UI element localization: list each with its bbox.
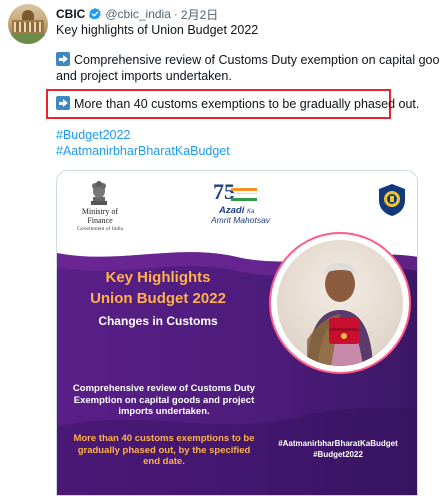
tweet-text-line-2-text: Comprehensive review of Customs Duty exe… — [74, 53, 440, 67]
author-name[interactable]: CBIC — [56, 7, 85, 21]
card-description-2: More than 40 customs exemptions to be gr… — [73, 433, 255, 467]
portrait-illustration — [307, 262, 373, 366]
tweet-text-line-4-text: More than 40 customs exemptions to be gr… — [74, 97, 420, 111]
card-hashtag-2: #Budget2022 — [313, 450, 363, 459]
azadi-amrit: Amrit Mahotsav — [211, 215, 271, 225]
azadi-number: 75 — [213, 179, 235, 204]
headline-union-budget: Union Budget 2022 — [90, 290, 226, 307]
avatar[interactable] — [8, 4, 48, 44]
portrait-frame — [269, 232, 411, 374]
media-image[interactable]: Ministry of Finance Government of India … — [56, 170, 418, 496]
customs-seal-icon — [379, 184, 405, 216]
ministry-line-1: Ministry of Finance — [81, 207, 119, 225]
headline-changes-customs: Changes in Customs — [98, 314, 218, 328]
verified-badge-icon — [89, 7, 102, 20]
tweet-text-line-2: Comprehensive review of Customs Duty exe… — [56, 52, 440, 68]
tweet-header: CBIC @cbic_india · 2月2日 — [56, 6, 218, 22]
card-hashtags: #AatmanirbharBharatKaBudget #Budget2022 — [263, 438, 413, 460]
tweet-text-line-1: Key highlights of Union Budget 2022 — [56, 23, 259, 37]
headline-key-highlights: Key Highlights — [105, 269, 211, 286]
ministry-line-2: Government of India — [76, 226, 124, 232]
card-logo-strip: Ministry of Finance Government of India … — [57, 171, 417, 237]
author-handle[interactable]: @cbic_india — [105, 7, 171, 21]
card-description-1: Comprehensive review of Customs Duty Exe… — [72, 383, 256, 417]
stripe-saffron — [231, 188, 257, 191]
tweet[interactable]: CBIC @cbic_india · 2月2日 Key highlights o… — [0, 0, 440, 496]
tweet-date[interactable]: 2月2日 — [181, 6, 218, 23]
arrow-right-emoji-icon — [56, 96, 70, 110]
stripe-white — [231, 193, 257, 196]
card-hashtag-1: #AatmanirbharBharatKaBudget — [278, 439, 398, 448]
separator: · — [173, 7, 178, 21]
stripe-green — [231, 198, 257, 201]
portrait-photo — [277, 240, 403, 366]
hashtag-aatmanirbhar[interactable]: #AatmanirbharBharatKaBudget — [56, 143, 230, 159]
arrow-right-emoji-icon — [56, 52, 70, 66]
tweet-text-line-4: More than 40 customs exemptions to be gr… — [56, 96, 419, 112]
national-emblem-icon — [91, 181, 107, 205]
azadi-logo: 75 Azadi Ka Amrit Mahotsav — [203, 179, 273, 229]
ministry-label: Ministry of Finance Government of India — [69, 207, 131, 234]
hashtag-budget2022[interactable]: #Budget2022 — [56, 127, 130, 143]
tweet-text-line-3: and project imports undertaken. — [56, 69, 232, 83]
